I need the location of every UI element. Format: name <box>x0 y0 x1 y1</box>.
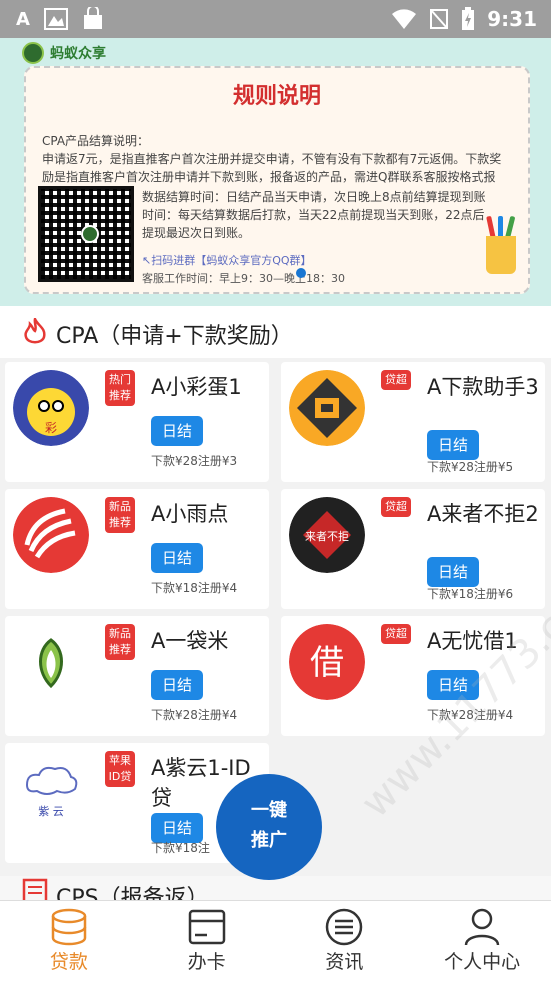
image-icon <box>43 8 68 30</box>
laizhebuju-logo-text: 来者不拒 <box>305 530 349 543</box>
product-badge: 新品推荐 <box>105 624 135 660</box>
product-name: A下款助手3 <box>427 375 539 399</box>
svg-text:彩: 彩 <box>45 421 57 435</box>
product-badge: 贷超 <box>381 370 411 390</box>
card-icon <box>188 909 225 945</box>
work-hours: 客服工作时间：早上9：30—晚上18：30 <box>142 272 345 285</box>
product-reward: 下款¥18注册¥4 <box>151 581 238 595</box>
product-reward: 下款¥28注册¥3 <box>151 454 238 468</box>
tab-label: 个人中心 <box>444 951 521 973</box>
product-badge: 苹果ID贷 <box>105 751 135 787</box>
product-card[interactable]: 来者不拒 贷超 A来者不拒2 日结 下款¥18注册¥6 <box>281 489 545 609</box>
pencil-cup-icon <box>486 214 518 274</box>
product-card[interactable]: 贷超 A下款助手3 日结 下款¥28注册¥5 <box>281 362 545 482</box>
wifi-icon <box>392 9 417 29</box>
product-name: A小彩蛋1 <box>151 375 242 399</box>
ziyun-logo-text: 紫 云 <box>38 805 64 818</box>
product-card[interactable]: 彩 热门推荐 A小彩蛋1 日结 下款¥28注册¥3 <box>5 362 269 482</box>
rules-banner[interactable]: 蚂蚁众享 11773.com 规则说明 CPA产品结算说明： 申请返7元，是指直… <box>0 38 551 306</box>
product-badge: 热门推荐 <box>105 370 135 406</box>
settle-button[interactable]: 日结 <box>151 670 203 700</box>
list-icon <box>326 908 363 946</box>
tab-label: 资讯 <box>325 951 364 973</box>
brand: 蚂蚁众享 <box>22 42 106 64</box>
cps-title: CPS（报备返） <box>56 886 209 900</box>
settle-button[interactable]: 日结 <box>427 430 479 460</box>
product-badge: 贷超 <box>381 624 411 644</box>
tab-news[interactable]: 资讯 <box>276 901 414 981</box>
fab-line1: 一键 <box>251 800 287 821</box>
product-reward: 下款¥18注册¥6 <box>427 587 514 601</box>
wuyoujie-logo-icon: 借 <box>289 624 365 700</box>
xiaoyudian-logo-icon <box>13 497 89 573</box>
product-badge: 贷超 <box>381 497 411 517</box>
tab-label: 办卡 <box>187 951 226 973</box>
wuyoujie-logo-text: 借 <box>310 643 344 683</box>
rules-title: 规则说明 <box>232 84 321 109</box>
rules-heading: CPA产品结算说明： <box>42 134 150 148</box>
report-icon <box>22 878 48 900</box>
product-card[interactable]: 新品推荐 A小雨点 日结 下款¥18注册¥4 <box>5 489 269 609</box>
ziyun-logo-icon: 紫 云 <box>13 751 89 827</box>
xiaocaidan-logo-icon: 彩 <box>13 370 89 446</box>
rules-card: 规则说明 CPA产品结算说明： 申请返7元，是指直推客户首次注册并提交申请，不管… <box>24 66 530 294</box>
product-reward: 下款¥28注册¥4 <box>427 708 514 722</box>
person-icon <box>464 908 500 946</box>
product-name: A一袋米 <box>151 629 229 653</box>
product-card[interactable]: 借 贷超 A无忧借1 日结 下款¥28注册¥4 <box>281 616 545 736</box>
promote-fab-button[interactable]: 一键 推广 <box>216 774 322 880</box>
brand-name: 蚂蚁众享 <box>50 46 106 62</box>
settle-button[interactable]: 日结 <box>427 670 479 700</box>
product-card[interactable]: 新品推荐 A一袋米 日结 下款¥28注册¥4 <box>5 616 269 736</box>
section-title: CPA（申请+下款奖励） <box>56 324 293 349</box>
settlement-text: 数据结算时间：日结产品当天申请，次日晚上8点前结算提现到账时间：每天结算数据后打… <box>142 190 486 240</box>
tab-label: 贷款 <box>49 951 88 973</box>
settle-button[interactable]: 日结 <box>151 416 203 446</box>
no-signal-icon <box>430 9 449 29</box>
cpa-section-header: CPA（申请+下款奖励） <box>0 306 551 358</box>
accessibility-icon: A <box>16 8 30 30</box>
qr-logo-icon <box>81 225 99 243</box>
settle-button[interactable]: 日结 <box>151 543 203 573</box>
fab-line2: 推广 <box>251 830 287 851</box>
product-reward: 下款¥28注册¥4 <box>151 708 238 722</box>
scan-hint: ↖扫码进群【蚂蚁众享官方QQ群】 <box>142 254 312 267</box>
battery-icon <box>462 7 475 30</box>
fire-icon <box>24 318 46 344</box>
tab-profile[interactable]: 个人中心 <box>413 901 551 981</box>
carousel-indicator[interactable] <box>296 268 306 278</box>
tab-loans[interactable]: 贷款 <box>0 901 138 981</box>
qr-code <box>38 186 134 282</box>
xiakuanzhushou-logo-icon <box>289 370 365 446</box>
database-icon <box>51 908 87 946</box>
status-bar: A 9:31 <box>0 0 551 38</box>
brand-logo-icon <box>22 42 44 64</box>
product-reward: 下款¥18注 <box>151 841 210 855</box>
bottom-tab-bar: 贷款 办卡 资讯 个人中心 <box>0 900 551 981</box>
product-reward: 下款¥28注册¥5 <box>427 460 514 474</box>
clock: 9:31 <box>487 7 537 31</box>
product-name: A小雨点 <box>151 502 229 526</box>
yidaimi-logo-icon <box>13 624 89 700</box>
shopping-bag-icon <box>83 7 102 29</box>
product-name: A来者不拒2 <box>427 502 539 526</box>
product-name: A无忧借1 <box>427 629 518 653</box>
product-badge: 新品推荐 <box>105 497 135 533</box>
tab-cards[interactable]: 办卡 <box>138 901 276 981</box>
laizhebuju-logo-icon: 来者不拒 <box>289 497 365 573</box>
settle-button[interactable]: 日结 <box>427 557 479 587</box>
